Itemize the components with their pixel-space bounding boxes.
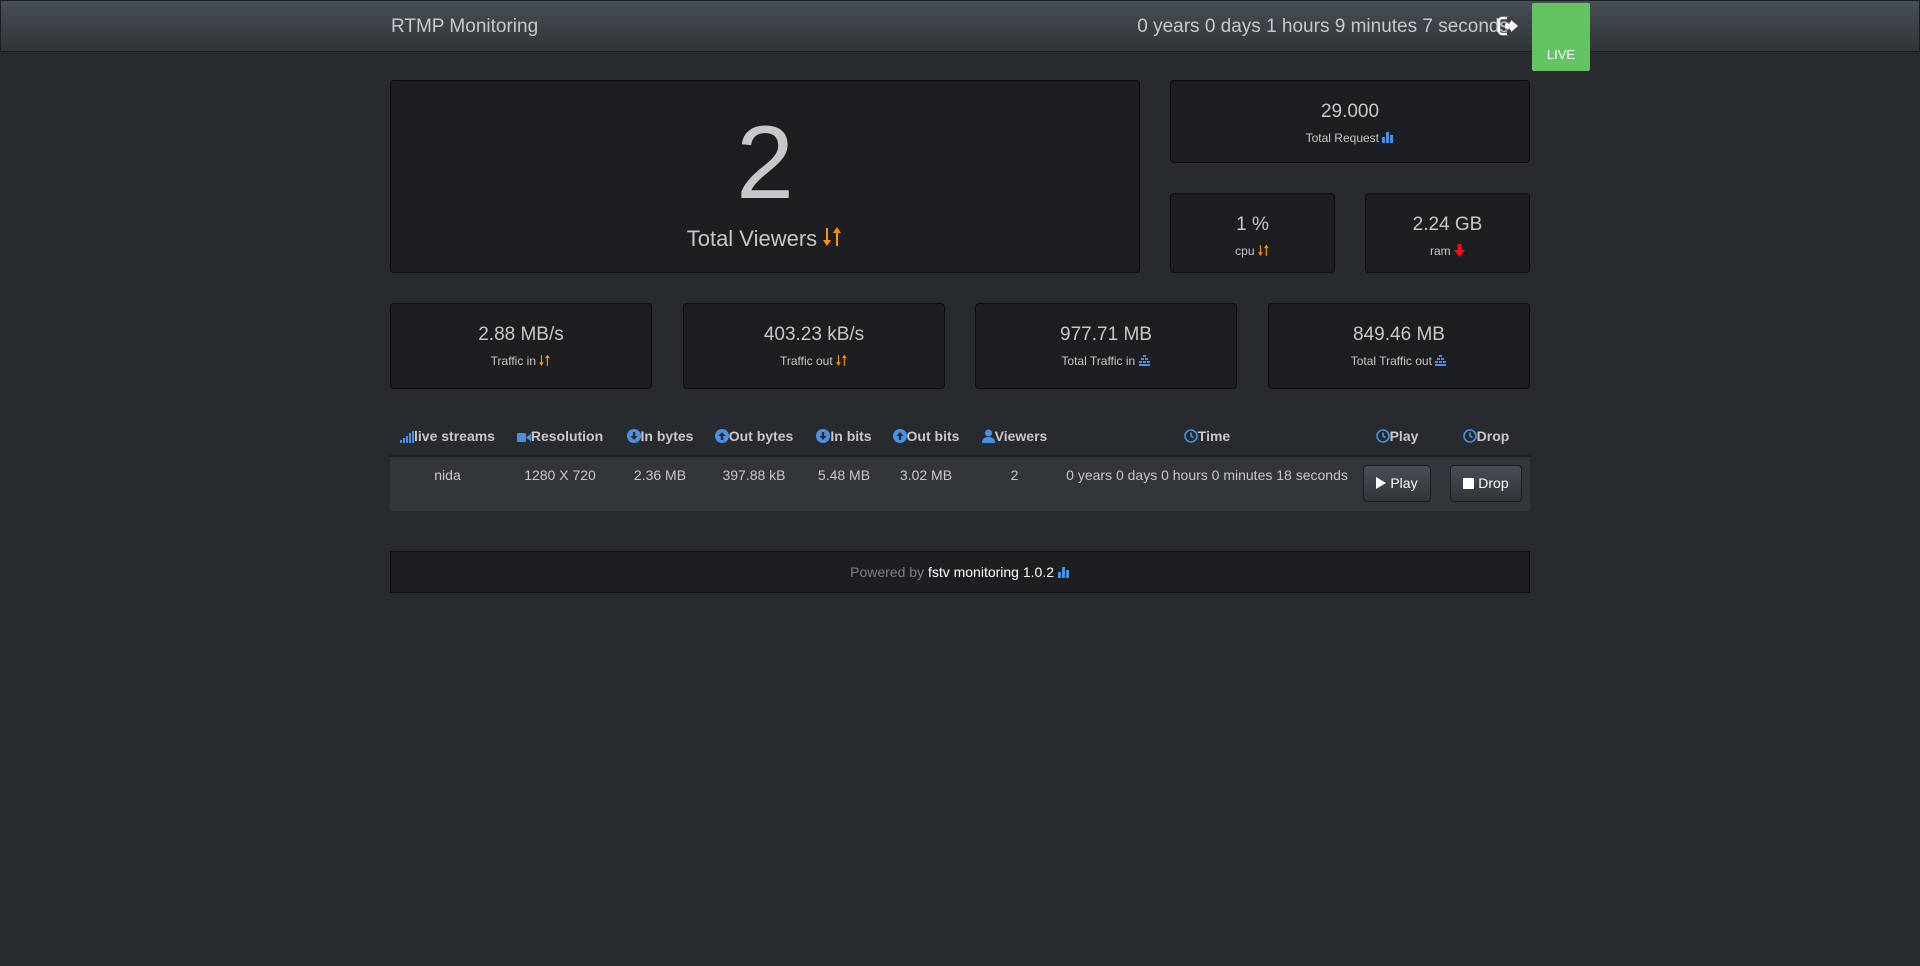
col-label: In bytes [640, 428, 694, 445]
arrow-down-icon [1454, 244, 1465, 260]
col-drop: Drop [1442, 419, 1530, 457]
traffic-out-panel: 403.23 kB/s Traffic out [683, 303, 945, 389]
arrow-circle-down-icon [816, 428, 831, 446]
play-button[interactable]: Play [1363, 465, 1431, 502]
navbar: RTMP Monitoring 0 years 0 days 1 hours 9… [0, 0, 1920, 71]
total-traffic-in-label-row: Total Traffic in [976, 354, 1236, 369]
total-traffic-out-panel: 849.46 MB Total Traffic out [1268, 303, 1530, 389]
total-traffic-out-value: 849.46 MB [1353, 324, 1445, 345]
total-request-label-row: Total Request [1171, 131, 1529, 146]
col-label: Viewers [994, 428, 1048, 445]
traffic-in-panel: 2.88 MB/s Traffic in [390, 303, 652, 389]
traffic-in-value: 2.88 MB/s [478, 324, 564, 345]
live-streams-table: live streams Resolution In bytes Out byt… [390, 419, 1530, 511]
total-viewers-label: Total Viewers [686, 226, 818, 251]
traffic-out-label-row: Traffic out [684, 354, 944, 370]
sort-arrows-icon [823, 226, 843, 254]
ram-panel: 2.24 GB ram [1365, 193, 1530, 273]
col-in-bits: In bits [803, 419, 885, 457]
total-traffic-in-panel: 977.71 MB Total Traffic in [975, 303, 1237, 389]
total-viewers-label-row: Total Viewers [391, 226, 1139, 254]
ram-value: 2.24 GB [1412, 214, 1483, 235]
total-request-panel: 29.000 Total Request [1170, 80, 1530, 163]
drop-button[interactable]: Drop [1450, 465, 1522, 502]
stream-resolution: 1280 X 720 [524, 467, 596, 483]
table-header-row: live streams Resolution In bytes Out byt… [390, 419, 1530, 457]
bar-chart-icon [1382, 131, 1394, 146]
arrow-circle-down-icon [626, 428, 641, 446]
ram-label: ram [1429, 244, 1451, 259]
col-label: Play [1389, 428, 1419, 445]
play-cell: Play [1352, 456, 1442, 511]
sort-arrows-icon [1257, 244, 1270, 260]
traffic-in-label: Traffic in [490, 354, 536, 369]
cpu-value: 1 % [1236, 214, 1269, 235]
traffic-out-value: 403.23 kB/s [763, 324, 865, 345]
arrow-circle-up-icon [714, 428, 729, 446]
signal-icon [400, 430, 415, 446]
col-label: Drop [1476, 428, 1510, 445]
footer-link[interactable]: fstv monitoring 1.0.2 [928, 564, 1054, 580]
total-request-value: 29.000 [1320, 101, 1380, 122]
live-label: LIVE [1546, 47, 1576, 62]
col-label: In bits [830, 428, 872, 445]
stream-out-bits: 3.02 MB [899, 467, 953, 483]
cpu-label-row: cpu [1171, 244, 1334, 260]
col-label: Out bytes [728, 428, 794, 445]
traffic-in-label-row: Traffic in [391, 354, 651, 370]
clock-icon [1375, 429, 1390, 446]
col-out-bits: Out bits [885, 419, 967, 457]
col-label: Time [1197, 428, 1231, 445]
col-viewers: Viewers [967, 419, 1062, 457]
table-row: nida 1280 X 720 2.36 MB 397.88 kB 5.48 M… [390, 456, 1530, 511]
server-uptime: 0 years 0 days 1 hours 9 minutes 7 secon… [1137, 16, 1509, 37]
col-label: live streams [414, 428, 495, 445]
footer: Powered by fstv monitoring 1.0.2 [390, 551, 1530, 593]
user-icon [981, 429, 995, 446]
stream-out-bytes: 397.88 kB [722, 467, 786, 483]
brand-title[interactable]: RTMP Monitoring [391, 16, 538, 38]
traffic-out-label: Traffic out [779, 354, 833, 369]
clock-icon [1462, 429, 1477, 446]
video-camera-icon [516, 430, 531, 446]
ram-label-row: ram [1366, 244, 1529, 260]
col-resolution: Resolution [505, 419, 615, 457]
stream-viewers: 2 [1010, 467, 1019, 483]
col-label: Out bits [906, 428, 960, 445]
sort-arrows-icon [836, 354, 848, 370]
sort-arrows-icon [539, 354, 551, 370]
col-in-bytes: In bytes [615, 419, 705, 457]
arrow-circle-up-icon [892, 428, 907, 446]
stream-in-bytes: 2.36 MB [633, 467, 687, 483]
col-out-bytes: Out bytes [705, 419, 803, 457]
stop-icon [1463, 467, 1475, 502]
stream-name: nida [434, 467, 461, 483]
total-viewers-panel: 2 Total Viewers [390, 80, 1140, 273]
total-request-label: Total Request [1305, 131, 1380, 145]
live-button[interactable]: LIVE [1532, 3, 1590, 71]
total-traffic-out-label-row: Total Traffic out [1269, 354, 1529, 369]
col-live-streams: live streams [390, 419, 505, 457]
play-button-label: Play [1390, 475, 1418, 491]
tasks-icon [1435, 354, 1447, 369]
total-viewers-value: 2 [736, 105, 794, 221]
stream-time: 0 years 0 days 0 hours 0 minutes 18 seco… [1066, 467, 1348, 483]
drop-cell: Drop [1442, 456, 1530, 511]
bar-chart-icon [1057, 553, 1070, 593]
footer-prefix: Powered by [850, 564, 925, 580]
col-label: Resolution [530, 428, 604, 445]
col-time: Time [1062, 419, 1352, 457]
drop-button-label: Drop [1478, 475, 1509, 491]
cpu-panel: 1 % cpu [1170, 193, 1335, 273]
tasks-icon [1138, 354, 1151, 369]
stream-in-bits: 5.48 MB [817, 467, 871, 483]
cpu-label: cpu [1235, 244, 1255, 259]
logout-icon[interactable] [1497, 16, 1521, 38]
clock-icon [1183, 429, 1198, 446]
total-traffic-out-label: Total Traffic out [1350, 354, 1432, 368]
col-play: Play [1352, 419, 1442, 457]
total-traffic-in-label: Total Traffic in [1061, 354, 1136, 368]
play-icon [1376, 467, 1387, 502]
total-traffic-in-value: 977.71 MB [1060, 324, 1152, 345]
